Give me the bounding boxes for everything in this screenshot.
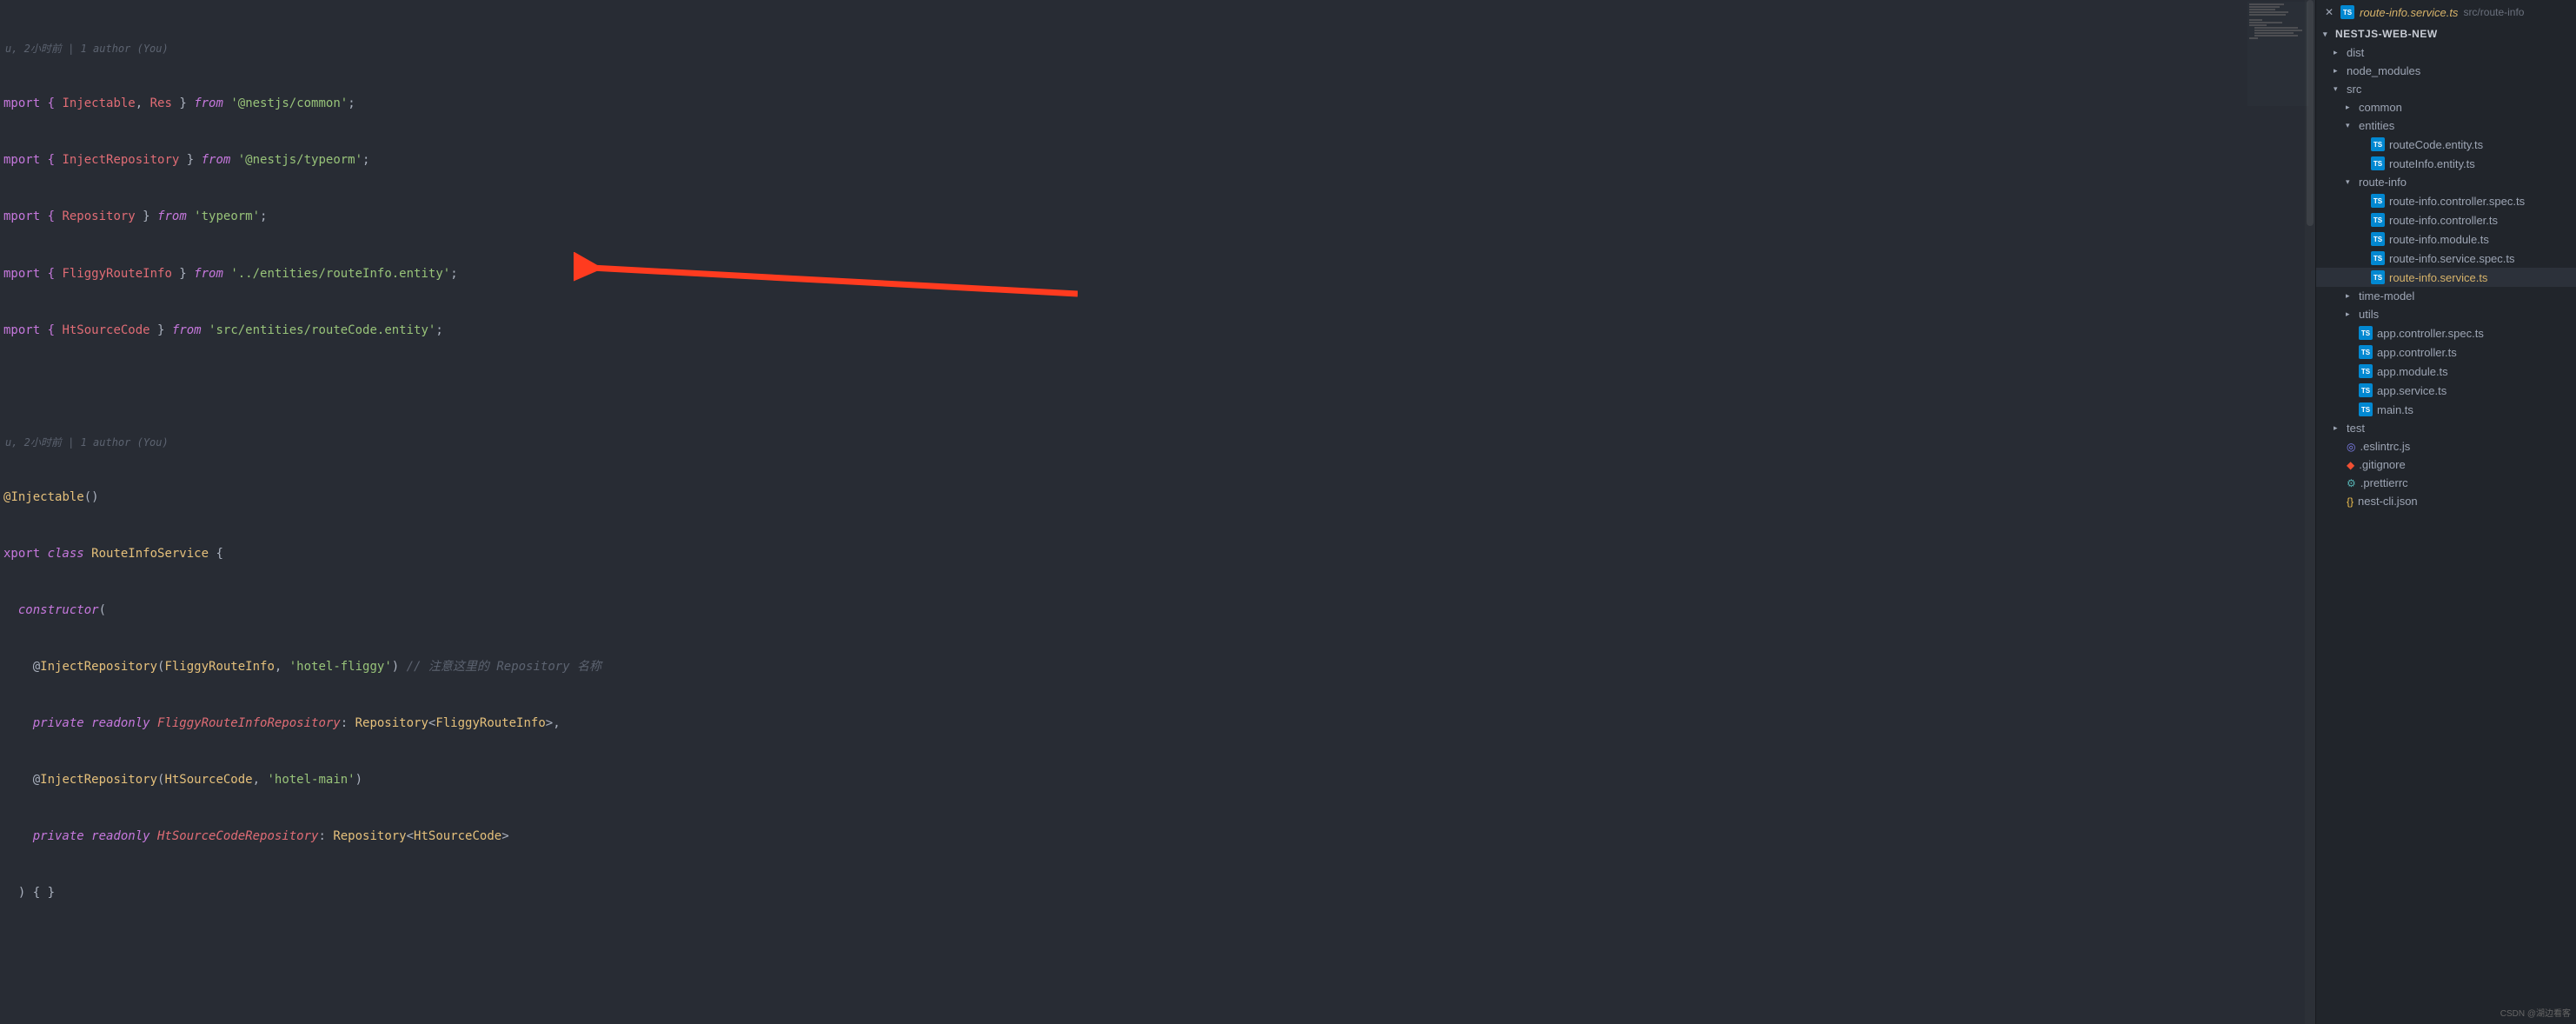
typescript-icon: TS <box>2359 364 2373 378</box>
editor-pane: u, 2小时前 | 1 author (You) mport { Injecta… <box>0 0 2315 1024</box>
typescript-icon: TS <box>2371 251 2385 265</box>
file-app-controller[interactable]: ▸TSapp.controller.ts <box>2316 342 2576 362</box>
typescript-icon: TS <box>2371 156 2385 170</box>
typescript-icon: TS <box>2371 194 2385 208</box>
code-line: @Injectable() <box>3 489 2315 508</box>
typescript-icon: TS <box>2359 383 2373 397</box>
chevron-right-icon: ▸ <box>2334 66 2342 76</box>
file-routeinfo-entity[interactable]: ▸TSrouteInfo.entity.ts <box>2316 154 2576 173</box>
git-blame-line: u, 2小时前 | 1 author (You) <box>3 435 2315 451</box>
typescript-icon: TS <box>2371 232 2385 246</box>
folder-test[interactable]: ▸test <box>2316 419 2576 437</box>
open-editors-section: ✕ TS route-info.service.ts src/route-inf… <box>2316 0 2576 24</box>
open-file-path: src/route-info <box>2463 6 2524 18</box>
folder-common[interactable]: ▸common <box>2316 98 2576 116</box>
typescript-icon: TS <box>2359 326 2373 340</box>
vertical-scrollbar[interactable] <box>2305 0 2315 1024</box>
code-line: mport { InjectRepository } from '@nestjs… <box>3 151 2315 170</box>
minimap[interactable] <box>2247 2 2308 106</box>
file-app-module[interactable]: ▸TSapp.module.ts <box>2316 362 2576 381</box>
scrollbar-thumb[interactable] <box>2307 0 2314 226</box>
file-tree: ▸dist ▸node_modules ▾src ▸common ▾entiti… <box>2316 43 2576 1024</box>
folder-entities[interactable]: ▾entities <box>2316 116 2576 135</box>
watermark: CSDN @湖边看客 <box>2500 1006 2571 1019</box>
file-routecode-entity[interactable]: ▸TSrouteCode.entity.ts <box>2316 135 2576 154</box>
code-line: @InjectRepository(FliggyRouteInfo, 'hote… <box>3 658 2315 677</box>
folder-node-modules[interactable]: ▸node_modules <box>2316 62 2576 80</box>
typescript-icon: TS <box>2371 137 2385 151</box>
file-service-spec[interactable]: ▸TSroute-info.service.spec.ts <box>2316 249 2576 268</box>
typescript-icon: TS <box>2359 402 2373 416</box>
chevron-down-icon: ▾ <box>2346 121 2354 130</box>
project-name: NESTJS-WEB-NEW <box>2335 28 2438 40</box>
code-area[interactable]: u, 2小时前 | 1 author (You) mport { Injecta… <box>0 0 2315 1024</box>
chevron-down-icon: ▾ <box>2323 30 2332 39</box>
typescript-icon: TS <box>2371 213 2385 227</box>
code-line: private readonly FliggyRouteInfoReposito… <box>3 715 2315 734</box>
code-line: @InjectRepository(HtSourceCode, 'hotel-m… <box>3 771 2315 790</box>
folder-utils[interactable]: ▸utils <box>2316 305 2576 323</box>
file-gitignore[interactable]: ▸◆.gitignore <box>2316 455 2576 474</box>
typescript-icon: TS <box>2340 5 2354 19</box>
code-line: mport { Injectable, Res } from '@nestjs/… <box>3 95 2315 114</box>
git-blame-line: u, 2小时前 | 1 author (You) <box>3 41 2315 57</box>
chevron-down-icon: ▾ <box>2346 177 2354 187</box>
file-module[interactable]: ▸TSroute-info.module.ts <box>2316 229 2576 249</box>
json-icon: {} <box>2347 495 2354 508</box>
file-explorer-sidebar: ✕ TS route-info.service.ts src/route-inf… <box>2315 0 2576 1024</box>
chevron-right-icon: ▸ <box>2334 423 2342 433</box>
file-nest-cli[interactable]: ▸{}nest-cli.json <box>2316 492 2576 510</box>
file-app-controller-spec[interactable]: ▸TSapp.controller.spec.ts <box>2316 323 2576 342</box>
code-line: xport class RouteInfoService { <box>3 545 2315 564</box>
open-file-name: route-info.service.ts <box>2360 6 2458 19</box>
close-icon[interactable]: ✕ <box>2325 6 2335 18</box>
typescript-icon: TS <box>2371 270 2385 284</box>
file-prettierrc[interactable]: ▸⚙.prettierrc <box>2316 474 2576 492</box>
eslint-icon: ◎ <box>2347 441 2355 453</box>
typescript-icon: TS <box>2359 345 2373 359</box>
folder-dist[interactable]: ▸dist <box>2316 43 2576 62</box>
code-line: constructor( <box>3 602 2315 621</box>
file-eslintrc[interactable]: ▸◎.eslintrc.js <box>2316 437 2576 455</box>
folder-src[interactable]: ▾src <box>2316 80 2576 98</box>
file-controller-spec[interactable]: ▸TSroute-info.controller.spec.ts <box>2316 191 2576 210</box>
chevron-right-icon: ▸ <box>2346 103 2354 112</box>
file-main[interactable]: ▸TSmain.ts <box>2316 400 2576 419</box>
file-app-service[interactable]: ▸TSapp.service.ts <box>2316 381 2576 400</box>
open-editor-item[interactable]: ✕ TS route-info.service.ts src/route-inf… <box>2316 2 2576 23</box>
code-line: private readonly HtSourceCodeRepository:… <box>3 828 2315 847</box>
code-line: mport { FliggyRouteInfo } from '../entit… <box>3 265 2315 284</box>
file-controller[interactable]: ▸TSroute-info.controller.ts <box>2316 210 2576 229</box>
chevron-right-icon: ▸ <box>2334 48 2342 57</box>
folder-route-info[interactable]: ▾route-info <box>2316 173 2576 191</box>
chevron-right-icon: ▸ <box>2346 309 2354 319</box>
code-line: mport { Repository } from 'typeorm'; <box>3 208 2315 227</box>
prettier-icon: ⚙ <box>2347 477 2356 489</box>
git-icon: ◆ <box>2347 459 2354 471</box>
code-line: mport { HtSourceCode } from 'src/entitie… <box>3 322 2315 341</box>
file-service-active[interactable]: ▸TSroute-info.service.ts <box>2316 268 2576 287</box>
chevron-right-icon: ▸ <box>2346 291 2354 301</box>
chevron-down-icon: ▾ <box>2334 84 2342 94</box>
folder-time-model[interactable]: ▸time-model <box>2316 287 2576 305</box>
project-header[interactable]: ▾ NESTJS-WEB-NEW <box>2316 24 2576 43</box>
code-line: ) { } <box>3 884 2315 903</box>
